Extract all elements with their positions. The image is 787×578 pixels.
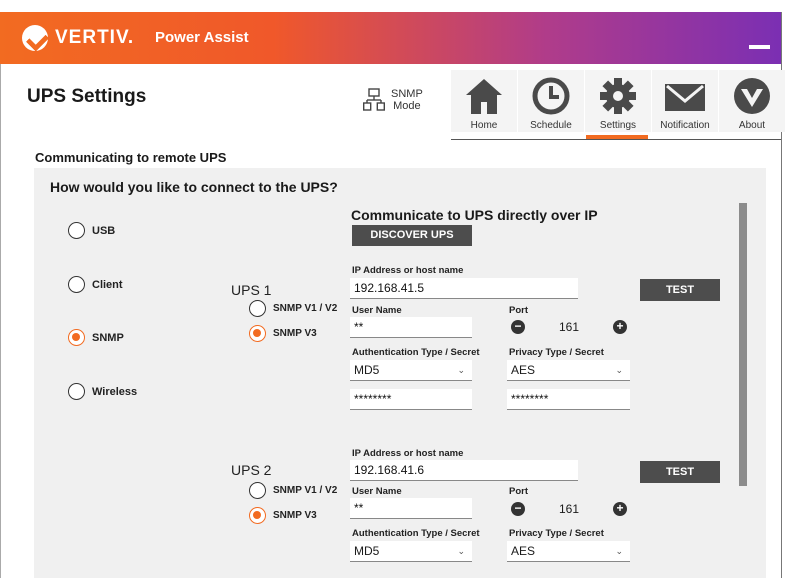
radio-usb-circle[interactable] bbox=[68, 222, 85, 239]
ups2-radio-snmp-v1v2[interactable]: SNMP V1 / V2 bbox=[249, 482, 337, 499]
ups2-auth-label: Authentication Type / Secret bbox=[352, 528, 480, 539]
ups2-label: UPS 2 bbox=[231, 462, 272, 478]
connection-question: How would you like to connect to the UPS… bbox=[50, 179, 338, 195]
chevron-down-icon: ⌄ bbox=[457, 546, 465, 556]
tab-home[interactable]: Home bbox=[451, 70, 517, 132]
ups1-port-increment-icon[interactable]: + bbox=[613, 320, 627, 334]
radio-wireless[interactable]: Wireless bbox=[68, 383, 137, 400]
ups1-privacy-secret-field[interactable]: ******** bbox=[507, 389, 630, 410]
ups1-snmp-v3-label: SNMP V3 bbox=[273, 328, 317, 339]
ups2-radio-snmp-v3[interactable]: SNMP V3 bbox=[249, 507, 317, 524]
app-name: Power Assist bbox=[155, 29, 249, 46]
ups2-port-stepper[interactable]: − 161 + bbox=[511, 502, 627, 516]
minimize-button[interactable] bbox=[749, 45, 770, 49]
ups2-privacy-type-select[interactable]: AES ⌄ bbox=[507, 541, 630, 562]
header-bar: VERTIV. Power Assist bbox=[0, 12, 781, 64]
page-title: UPS Settings bbox=[27, 86, 147, 107]
mode-line1: SNMP bbox=[391, 88, 423, 100]
vertiv-logo-icon bbox=[734, 78, 770, 114]
ups2-user-field[interactable]: ** bbox=[350, 498, 472, 519]
tab-about-label: About bbox=[738, 120, 766, 131]
ups2-auth-type-select[interactable]: MD5 ⌄ bbox=[350, 541, 472, 562]
radio-snmp[interactable]: SNMP bbox=[68, 329, 124, 346]
vertiv-logo: VERTIV. bbox=[22, 25, 134, 51]
ups1-auth-label: Authentication Type / Secret bbox=[352, 347, 480, 358]
direct-ip-title: Communicate to UPS directly over IP bbox=[351, 207, 598, 223]
tab-about[interactable]: About bbox=[719, 70, 785, 132]
tabs-divider bbox=[451, 139, 781, 140]
ups2-auth-type-value: MD5 bbox=[354, 544, 380, 558]
ups2-test-button[interactable]: TEST bbox=[640, 461, 720, 483]
ups1-test-button[interactable]: TEST bbox=[640, 279, 720, 301]
radio-wireless-label: Wireless bbox=[92, 385, 138, 398]
ups2-snmp-v1v2-label: SNMP V1 / V2 bbox=[273, 485, 338, 496]
radio-snmp-label: SNMP bbox=[92, 331, 124, 344]
ups1-user-label: User Name bbox=[352, 305, 402, 316]
radio-wireless-circle[interactable] bbox=[68, 383, 85, 400]
chevron-down-icon: ⌄ bbox=[615, 365, 623, 375]
ups1-port-value[interactable]: 161 bbox=[525, 320, 613, 334]
ups2-privacy-label: Privacy Type / Secret bbox=[509, 528, 604, 539]
mode-indicator: SNMP Mode bbox=[363, 88, 423, 112]
radio-client-label: Client bbox=[92, 278, 123, 291]
gear-icon bbox=[600, 78, 636, 114]
ups2-snmp-v1v2-circle[interactable] bbox=[249, 482, 266, 499]
mode-line2: Mode bbox=[393, 100, 421, 112]
home-icon bbox=[466, 79, 502, 114]
ups2-ip-label: IP Address or host name bbox=[352, 448, 464, 459]
ups2-ip-field[interactable]: 192.168.41.6 bbox=[350, 460, 578, 481]
ups1-privacy-label: Privacy Type / Secret bbox=[509, 347, 604, 358]
radio-snmp-circle[interactable] bbox=[68, 329, 85, 346]
ups1-label: UPS 1 bbox=[231, 282, 272, 298]
ups2-snmp-v3-label: SNMP V3 bbox=[273, 510, 317, 521]
network-icon bbox=[363, 88, 385, 111]
ups2-port-label: Port bbox=[509, 486, 528, 497]
ups2-privacy-type-value: AES bbox=[511, 544, 536, 558]
tab-settings[interactable]: Settings bbox=[585, 70, 651, 132]
ups1-port-label: Port bbox=[509, 305, 528, 316]
chevron-down-icon: ⌄ bbox=[615, 546, 623, 556]
ups1-privacy-type-select[interactable]: AES ⌄ bbox=[507, 360, 630, 381]
tab-home-label: Home bbox=[470, 120, 498, 131]
ups1-auth-secret-field[interactable]: ******** bbox=[350, 389, 472, 410]
radio-usb[interactable]: USB bbox=[68, 222, 115, 239]
ups1-auth-type-value: MD5 bbox=[354, 363, 380, 377]
ups1-port-decrement-icon[interactable]: − bbox=[511, 320, 525, 334]
tab-schedule-label: Schedule bbox=[530, 120, 572, 131]
ups1-ip-label: IP Address or host name bbox=[352, 265, 464, 276]
ups2-port-decrement-icon[interactable]: − bbox=[511, 502, 525, 516]
ups2-port-increment-icon[interactable]: + bbox=[613, 502, 627, 516]
chevron-down-icon: ⌄ bbox=[457, 365, 465, 375]
ups1-snmp-v1v2-label: SNMP V1 / V2 bbox=[273, 303, 338, 314]
ups1-port-stepper[interactable]: − 161 + bbox=[511, 320, 627, 334]
ups1-snmp-v1v2-circle[interactable] bbox=[249, 300, 266, 317]
ups1-auth-type-select[interactable]: MD5 ⌄ bbox=[350, 360, 472, 381]
scrollbar-thumb[interactable] bbox=[739, 203, 747, 486]
clock-icon bbox=[532, 77, 570, 115]
tab-notification-label: Notification bbox=[660, 120, 710, 131]
active-tab-indicator bbox=[586, 135, 648, 139]
ups2-snmp-v3-circle[interactable] bbox=[249, 507, 266, 524]
discover-ups-button[interactable]: DISCOVER UPS bbox=[352, 225, 472, 246]
app-window: VERTIV. Power Assist UPS Settings SNMP M… bbox=[0, 0, 787, 578]
ups1-privacy-type-value: AES bbox=[511, 363, 536, 377]
tab-settings-label: Settings bbox=[599, 120, 637, 131]
radio-usb-label: USB bbox=[92, 224, 116, 237]
ups2-user-label: User Name bbox=[352, 486, 402, 497]
radio-client[interactable]: Client bbox=[68, 276, 123, 293]
brand-name: VERTIV. bbox=[55, 27, 135, 48]
ups1-snmp-v3-circle[interactable] bbox=[249, 325, 266, 342]
ups1-user-field[interactable]: ** bbox=[350, 317, 472, 338]
section-title: Communicating to remote UPS bbox=[35, 150, 227, 165]
vertiv-logo-icon bbox=[22, 25, 48, 51]
ups1-ip-field[interactable]: 192.168.41.5 bbox=[350, 278, 578, 299]
envelope-icon bbox=[665, 84, 705, 111]
tab-notification[interactable]: Notification bbox=[652, 70, 718, 132]
radio-client-circle[interactable] bbox=[68, 276, 85, 293]
ups2-port-value[interactable]: 161 bbox=[525, 502, 613, 516]
window-border-left bbox=[0, 64, 1, 578]
ups1-radio-snmp-v1v2[interactable]: SNMP V1 / V2 bbox=[249, 300, 337, 317]
tab-schedule[interactable]: Schedule bbox=[518, 70, 584, 132]
ups1-radio-snmp-v3[interactable]: SNMP V3 bbox=[249, 325, 317, 342]
